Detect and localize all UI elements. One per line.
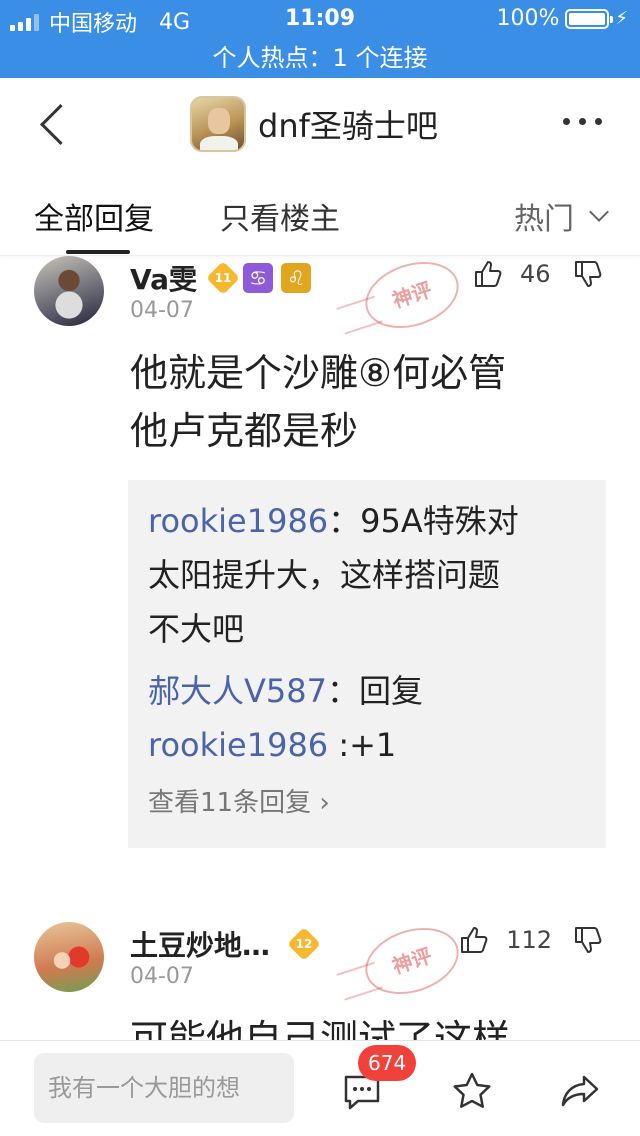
thumbs-up-icon[interactable] — [472, 258, 504, 290]
thumbs-up-icon[interactable] — [458, 924, 490, 956]
level-badge: 12 — [287, 927, 321, 961]
thumbs-down-icon[interactable] — [572, 924, 604, 956]
charging-icon: ⚡ — [615, 8, 628, 29]
sub-reply-author[interactable]: 郝大人V587 — [148, 672, 327, 710]
sub-reply: rookie1986 :+1 — [148, 726, 397, 764]
sub-reply: 郝大人V587：回复 — [148, 672, 424, 710]
battery-icon — [565, 8, 614, 29]
username-text[interactable]: Va雯 — [130, 258, 197, 298]
content-line: 可能他自己测试了这样 — [130, 1017, 511, 1042]
vote-actions: 46 — [472, 258, 604, 290]
bottom-bar: 我有一个大胆的想 674 — [0, 1040, 640, 1136]
back-icon[interactable] — [36, 104, 76, 148]
god-comment-stamp: 神评 — [356, 922, 468, 1006]
tab-indicator — [66, 250, 130, 254]
vote-actions: 112 — [458, 924, 604, 956]
content-line: 他就是个沙雕⑧何必管 — [130, 351, 507, 395]
sub-reply: rookie1986：95A特殊对 太阳提升大，这样搭问题 不大吧 — [148, 502, 519, 648]
zodiac-cancer-icon: ♋ — [243, 263, 274, 293]
tab-op-only[interactable]: 只看楼主 — [220, 194, 340, 238]
status-bar: 中国移动 4G 11:09 100% ⚡ — [0, 0, 640, 40]
like-count: 112 — [506, 926, 552, 954]
forum-header[interactable]: dnf圣骑士吧 — [190, 96, 438, 152]
sub-replies[interactable]: rookie1986：95A特殊对 太阳提升大，这样搭问题 不大吧 郝大人V58… — [128, 480, 606, 848]
tab-all-replies[interactable]: 全部回复 — [34, 194, 154, 238]
more-icon[interactable] — [563, 118, 602, 125]
comment-count-badge: 674 — [358, 1045, 417, 1081]
forum-title[interactable]: dnf圣骑士吧 — [258, 101, 438, 147]
god-comment-stamp: 神评 — [356, 250, 468, 340]
content-line: 他卢克都是秒 — [130, 409, 359, 453]
zodiac-leo-icon: ♌ — [281, 263, 312, 293]
thumbs-down-icon[interactable] — [572, 258, 604, 290]
reply-post: 土豆炒地… 12 04-07 神评 112 可能他自己测试了这样 — [0, 922, 640, 1042]
post-content: 他就是个沙雕⑧何必管 他卢克都是秒 — [130, 344, 600, 460]
share-icon[interactable] — [558, 1069, 602, 1113]
reply-post: Va雯 11 ♋ ♌ 04-07 神评 46 他就是个沙雕⑧何必管 他卢克都是秒… — [0, 250, 640, 876]
avatar[interactable] — [34, 256, 104, 326]
username[interactable]: Va雯 11 ♋ ♌ — [130, 258, 312, 298]
avatar[interactable] — [34, 922, 104, 992]
hotspot-banner[interactable]: 个人热点：1 个连接 — [0, 40, 640, 78]
sort-dropdown[interactable]: 热门 — [514, 194, 609, 238]
reply-tabs: 全部回复 只看楼主 热门 — [0, 174, 640, 256]
username[interactable]: 土豆炒地… 12 — [130, 924, 321, 964]
post-date: 04-07 — [130, 298, 194, 323]
reply-input[interactable]: 我有一个大胆的想 — [34, 1053, 294, 1123]
battery-percent: 100% — [496, 6, 560, 31]
nav-bar: dnf圣骑士吧 — [0, 78, 640, 174]
sub-reply-author[interactable]: rookie1986 — [148, 726, 328, 764]
forum-avatar[interactable] — [190, 96, 246, 152]
post-date: 04-07 — [130, 964, 194, 989]
like-count: 46 — [520, 260, 551, 288]
view-more-replies-link[interactable]: 查看11条回复 › — [148, 782, 586, 819]
sub-reply-author[interactable]: rookie1986 — [148, 502, 328, 540]
username-text[interactable]: 土豆炒地… — [130, 924, 270, 964]
post-content: 可能他自己测试了这样 — [130, 1010, 600, 1042]
level-badge: 11 — [206, 261, 241, 295]
sort-label: 热门 — [514, 202, 574, 237]
chevron-down-icon — [589, 202, 609, 222]
star-icon[interactable] — [450, 1069, 494, 1113]
